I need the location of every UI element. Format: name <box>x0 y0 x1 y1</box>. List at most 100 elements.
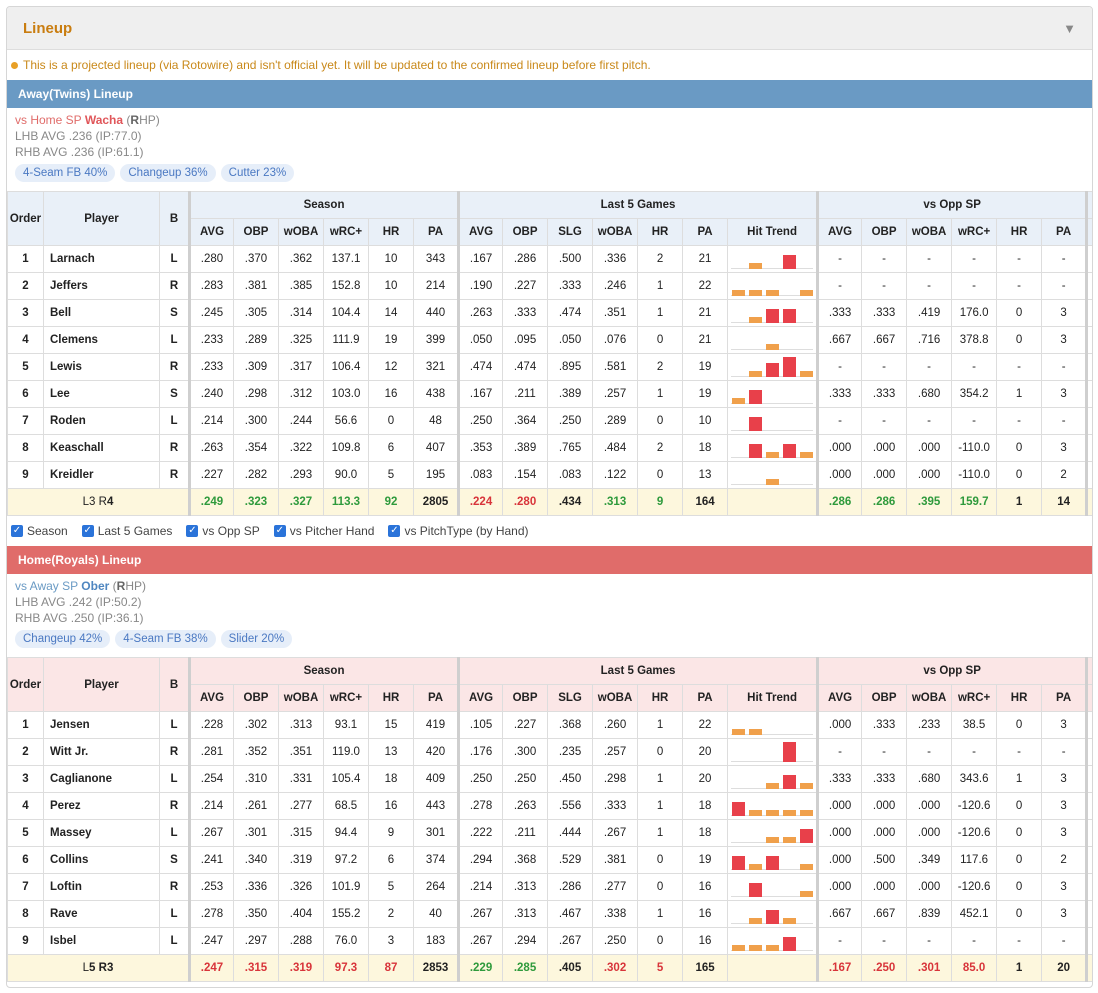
player-name[interactable]: Collins <box>43 846 160 874</box>
col-last5-woba[interactable]: wOBA <box>592 684 639 712</box>
col-last5-hittrend[interactable]: Hit Trend <box>727 684 819 712</box>
player-name[interactable]: Clemens <box>43 326 160 354</box>
col-last5-slg[interactable]: SLG <box>547 218 594 246</box>
season-stat: 6 <box>368 846 414 874</box>
player-name[interactable]: Lee <box>43 380 160 408</box>
col-opp-avg[interactable]: AVG <box>816 218 863 246</box>
col-opp-woba[interactable]: wOBA <box>906 218 953 246</box>
player-name[interactable]: Kreidler <box>43 461 160 489</box>
collapse-chevron-icon[interactable]: ▼ <box>1063 21 1076 36</box>
col-season-pa[interactable]: PA <box>412 684 460 712</box>
player-name[interactable]: Witt Jr. <box>43 738 160 766</box>
filter-season[interactable]: ✓ Season <box>11 524 68 538</box>
col-season-hr[interactable]: HR <box>368 684 414 712</box>
filter-vs-pitchtype[interactable]: ✓ vs PitchType (by Hand) <box>388 524 529 538</box>
col-last5-pa[interactable]: PA <box>682 218 729 246</box>
col-last5-obp[interactable]: OBP <box>502 684 549 712</box>
total-opp-stat: .301 <box>906 954 953 982</box>
col-opp-pa[interactable]: PA <box>1041 684 1088 712</box>
player-name[interactable]: Keaschall <box>43 434 160 462</box>
order-cell: 7 <box>7 407 44 435</box>
checkbox-icon[interactable]: ✓ <box>11 525 23 537</box>
col-opp-pa[interactable]: PA <box>1041 218 1088 246</box>
checkbox-icon[interactable]: ✓ <box>186 525 199 537</box>
player-name[interactable]: Rave <box>43 900 160 928</box>
player-row: 9 Kreidler R .227.282.293 90.0 5 195.083.154.0… <box>7 461 1092 489</box>
pitch-tag[interactable]: 4-Seam FB 38% <box>115 630 216 648</box>
col-last5-hr[interactable]: HR <box>637 684 684 712</box>
col-last5-obp[interactable]: OBP <box>502 218 549 246</box>
col-last5-hr[interactable]: HR <box>637 218 684 246</box>
col-opp-wrc[interactable]: wRC+ <box>951 218 998 246</box>
col-opp-avg[interactable]: AVG <box>816 684 863 712</box>
player-name[interactable]: Bell <box>43 299 160 327</box>
col-season-woba[interactable]: wOBA <box>278 684 324 712</box>
col-opp-hr[interactable]: HR <box>996 218 1043 246</box>
pitch-tag[interactable]: Changeup 36% <box>120 164 216 182</box>
checkbox-icon[interactable]: ✓ <box>273 525 286 537</box>
home-pitcher-link[interactable]: Ober <box>81 579 109 593</box>
col-season-wrc[interactable]: wRC+ <box>323 684 369 712</box>
col-last5-hittrend[interactable]: Hit Trend <box>727 218 819 246</box>
player-name[interactable]: Larnach <box>43 245 160 273</box>
filter-vs-pitcher-hand[interactable]: ✓ vs Pitcher Hand <box>273 524 374 538</box>
player-name[interactable]: Caglianone <box>43 765 160 793</box>
col-order[interactable]: Order <box>7 191 44 246</box>
pitch-tag[interactable]: Slider 20% <box>220 630 293 648</box>
order-cell: 9 <box>7 461 44 489</box>
col-season-avg[interactable]: AVG <box>188 684 234 712</box>
col-player[interactable]: Player <box>43 191 160 246</box>
col-season-hr[interactable]: HR <box>368 218 414 246</box>
col-last5-avg[interactable]: AVG <box>457 684 504 712</box>
col-season-obp[interactable]: OBP <box>233 684 279 712</box>
col-last5-slg[interactable]: SLG <box>547 684 594 712</box>
col-season-avg[interactable]: AVG <box>188 218 234 246</box>
col-bats[interactable]: B <box>159 657 190 712</box>
col-season-obp[interactable]: OBP <box>233 218 279 246</box>
col-opp-obp[interactable]: OBP <box>861 684 908 712</box>
away-pitcher-link[interactable]: Wacha <box>85 113 123 127</box>
pitch-tag[interactable]: Cutter 23% <box>220 164 295 182</box>
total-season-stat: 2853 <box>412 954 460 982</box>
player-name[interactable]: Roden <box>43 407 160 435</box>
player-name[interactable]: Isbel <box>43 927 160 955</box>
col-order[interactable]: Order <box>7 657 44 712</box>
player-name[interactable]: Jeffers <box>43 272 160 300</box>
pitch-tag[interactable]: Changeup 42% <box>15 630 111 648</box>
col-opp-obp[interactable]: OBP <box>861 218 908 246</box>
hit-trend-bars <box>731 357 814 377</box>
col-season-wrc[interactable]: wRC+ <box>323 218 369 246</box>
col-extra-avg[interactable]: AVG <box>1085 684 1092 712</box>
player-name[interactable]: Massey <box>43 819 160 847</box>
total-last5-stat: .434 <box>547 488 594 516</box>
col-bats[interactable]: B <box>159 191 190 246</box>
col-extra-avg[interactable]: AVG <box>1085 218 1092 246</box>
pitch-tag[interactable]: 4-Seam FB 40% <box>15 164 116 182</box>
group-vs-opp-sp: vs Opp SP <box>816 657 1088 685</box>
filter-last5[interactable]: ✓ Last 5 Games <box>81 524 172 538</box>
col-last5-woba[interactable]: wOBA <box>592 218 639 246</box>
opp-stat: 354.2 <box>951 380 998 408</box>
col-opp-hr[interactable]: HR <box>996 684 1043 712</box>
season-stat: .312 <box>278 380 324 408</box>
player-name[interactable]: Perez <box>43 792 160 820</box>
col-season-woba[interactable]: wOBA <box>278 218 324 246</box>
season-stat: 68.5 <box>323 792 369 820</box>
col-last5-pa[interactable]: PA <box>682 684 729 712</box>
season-stat: .319 <box>278 846 324 874</box>
col-player[interactable]: Player <box>43 657 160 712</box>
col-opp-woba[interactable]: wOBA <box>906 684 953 712</box>
col-season-pa[interactable]: PA <box>412 218 460 246</box>
player-name[interactable]: Lewis <box>43 353 160 381</box>
player-name[interactable]: Loftin <box>43 873 160 901</box>
total-opp-stat: 85.0 <box>951 954 998 982</box>
player-name[interactable]: Jensen <box>43 711 160 739</box>
filter-vs-opp-sp[interactable]: ✓ vs Opp SP <box>186 524 260 538</box>
col-opp-wrc[interactable]: wRC+ <box>951 684 998 712</box>
panel-header[interactable]: Lineup ▼ <box>7 7 1092 50</box>
col-last5-avg[interactable]: AVG <box>457 218 504 246</box>
trend-bar <box>749 417 763 431</box>
checkbox-icon[interactable]: ✓ <box>388 525 401 537</box>
opp-stat: - <box>996 245 1043 273</box>
checkbox-icon[interactable]: ✓ <box>81 525 94 537</box>
